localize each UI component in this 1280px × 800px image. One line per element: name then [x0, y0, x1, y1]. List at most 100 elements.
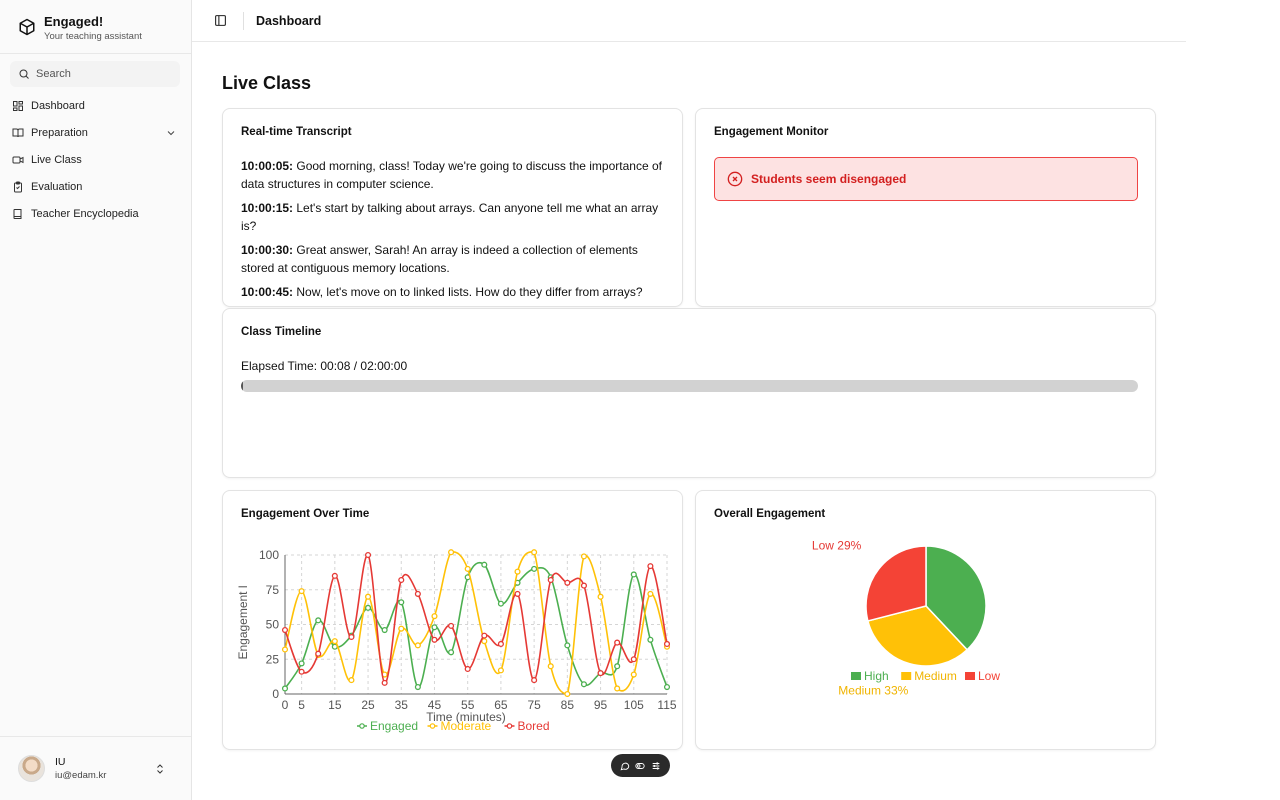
sidebar-item-label: Live Class [31, 153, 82, 166]
data-point-bored [547, 576, 554, 584]
data-point-bored [414, 590, 421, 597]
transcript-time: 10:00:30: [241, 243, 294, 257]
data-point-bored [514, 590, 521, 597]
sidebar-item-evaluation[interactable]: Evaluation [0, 173, 191, 200]
x-tick-label: 35 [395, 698, 409, 712]
legend-label-medium: Medium [914, 669, 957, 683]
divider [0, 736, 191, 737]
legend-label-engaged: Engaged [370, 719, 418, 733]
sidebar-item-label: Teacher Encyclopedia [31, 207, 139, 220]
sidebar-item-dashboard[interactable]: Dashboard [0, 92, 191, 119]
sidebar-toggle-icon[interactable] [214, 14, 227, 27]
data-point-bored [381, 679, 388, 686]
user-menu[interactable]: IU iu@edam.kr [18, 755, 168, 782]
data-point-engaged [481, 561, 488, 568]
data-point-moderate [647, 590, 654, 597]
sidebar-item-label: Preparation [31, 126, 88, 139]
data-point-engaged [298, 660, 305, 667]
legend-label-bored: Bored [518, 719, 550, 733]
x-tick-label: 15 [328, 698, 342, 712]
elapsed-time: Elapsed Time: 00:08 / 02:00:00 [241, 359, 408, 373]
engagement-monitor-card: Engagement Monitor Students seem disenga… [695, 108, 1156, 307]
data-point-moderate [497, 667, 504, 674]
data-point-bored [448, 622, 455, 629]
data-point-moderate [298, 588, 305, 595]
transcript-text: Good morning, class! Today we're going t… [241, 159, 662, 191]
sidebar-item-live-class[interactable]: Live Class [0, 146, 191, 173]
data-point-moderate [281, 646, 289, 653]
user-email: iu@edam.kr [55, 770, 107, 781]
chevrons-up-down-icon[interactable] [154, 762, 166, 776]
progress-fill [241, 380, 243, 392]
data-point-moderate [364, 593, 372, 600]
series-line-engaged [284, 561, 668, 689]
data-point-engaged [448, 649, 455, 656]
sidebar-item-teacher-encyclopedia[interactable]: Teacher Encyclopedia [0, 200, 191, 227]
data-point-bored [597, 670, 604, 677]
data-point-bored [614, 639, 621, 646]
series-line-moderate [284, 551, 668, 695]
data-point-moderate [547, 663, 554, 670]
x-tick-label: 115 [657, 698, 676, 712]
transcript-time: 10:00:05: [241, 159, 294, 173]
transcript-time: 10:00:15: [241, 201, 294, 215]
chat-icon[interactable] [620, 761, 630, 771]
data-point-engaged [580, 681, 588, 688]
brand[interactable]: Engaged! Your teaching assistant [18, 14, 142, 44]
search-input[interactable] [36, 68, 166, 80]
data-point-moderate [531, 549, 538, 556]
data-point-bored [564, 579, 571, 586]
book-open-icon [12, 128, 24, 137]
data-point-bored [630, 656, 637, 663]
sliders-icon[interactable] [651, 761, 661, 771]
header-divider [243, 11, 244, 30]
search-box[interactable] [10, 61, 180, 87]
toggle-icon[interactable] [635, 761, 646, 771]
legend-label-moderate: Moderate [441, 719, 492, 733]
data-point-bored [431, 636, 438, 643]
legend-marker-dot [359, 723, 365, 729]
app-tagline: Your teaching assistant [44, 31, 142, 42]
data-point-moderate [580, 553, 588, 560]
data-point-engaged [364, 604, 372, 611]
legend-marker-dot [429, 723, 436, 729]
data-point-bored [647, 563, 654, 570]
data-point-moderate [564, 690, 571, 698]
box-icon [19, 18, 35, 36]
data-point-engaged [414, 684, 421, 691]
data-point-bored [315, 650, 322, 657]
breadcrumb: Dashboard [256, 13, 322, 28]
legend-swatch [965, 672, 975, 680]
data-point-bored [580, 582, 588, 589]
transcript-entry: 10:00:05: Good morning, class! Today we'… [241, 157, 671, 193]
data-point-moderate [597, 593, 604, 600]
book-icon [13, 208, 22, 219]
data-point-bored [464, 665, 471, 673]
class-timeline-card: Class Timeline Elapsed Time: 00:08 / 02:… [222, 308, 1156, 478]
floating-toolbar [611, 754, 670, 777]
clipboard-check-icon [14, 181, 22, 192]
engagement-over-time-card: Engagement Over Time 0 25 50 75 100 0 5 15 25 35 4… [222, 490, 683, 750]
data-point-engaged [315, 617, 322, 624]
card-title: Engagement Monitor [714, 126, 829, 138]
data-point-engaged [431, 624, 438, 631]
sidebar-item-preparation[interactable]: Preparation [0, 119, 191, 146]
data-point-engaged [531, 565, 538, 572]
data-point-engaged [564, 642, 571, 649]
transcript-text: Now, let's move on to linked lists. How … [293, 285, 643, 299]
legend-label-high: High [864, 669, 889, 683]
disengaged-alert: Students seem disengaged [714, 157, 1138, 201]
legend-swatch [851, 672, 861, 680]
data-point-engaged [281, 685, 289, 692]
data-label-medium: Medium 33% [838, 683, 908, 697]
transcript-entry: 10:00:45: Now, let's move on to linked l… [241, 283, 671, 301]
data-point-engaged [630, 571, 637, 578]
card-title: Real-time Transcript [241, 126, 352, 138]
chevron-down-icon[interactable] [165, 127, 177, 139]
x-tick-label: 85 [561, 698, 575, 712]
sidebar-item-label: Dashboard [31, 99, 85, 112]
engagement-line-chart: 02550751000 5 15 25 35 45 55 65 75 85 95 105 115Time… [236, 548, 677, 733]
data-point-moderate [614, 685, 621, 692]
sidebar: Engaged! Your teaching assistant Dashboa… [0, 0, 192, 800]
x-circle-icon [727, 171, 743, 187]
